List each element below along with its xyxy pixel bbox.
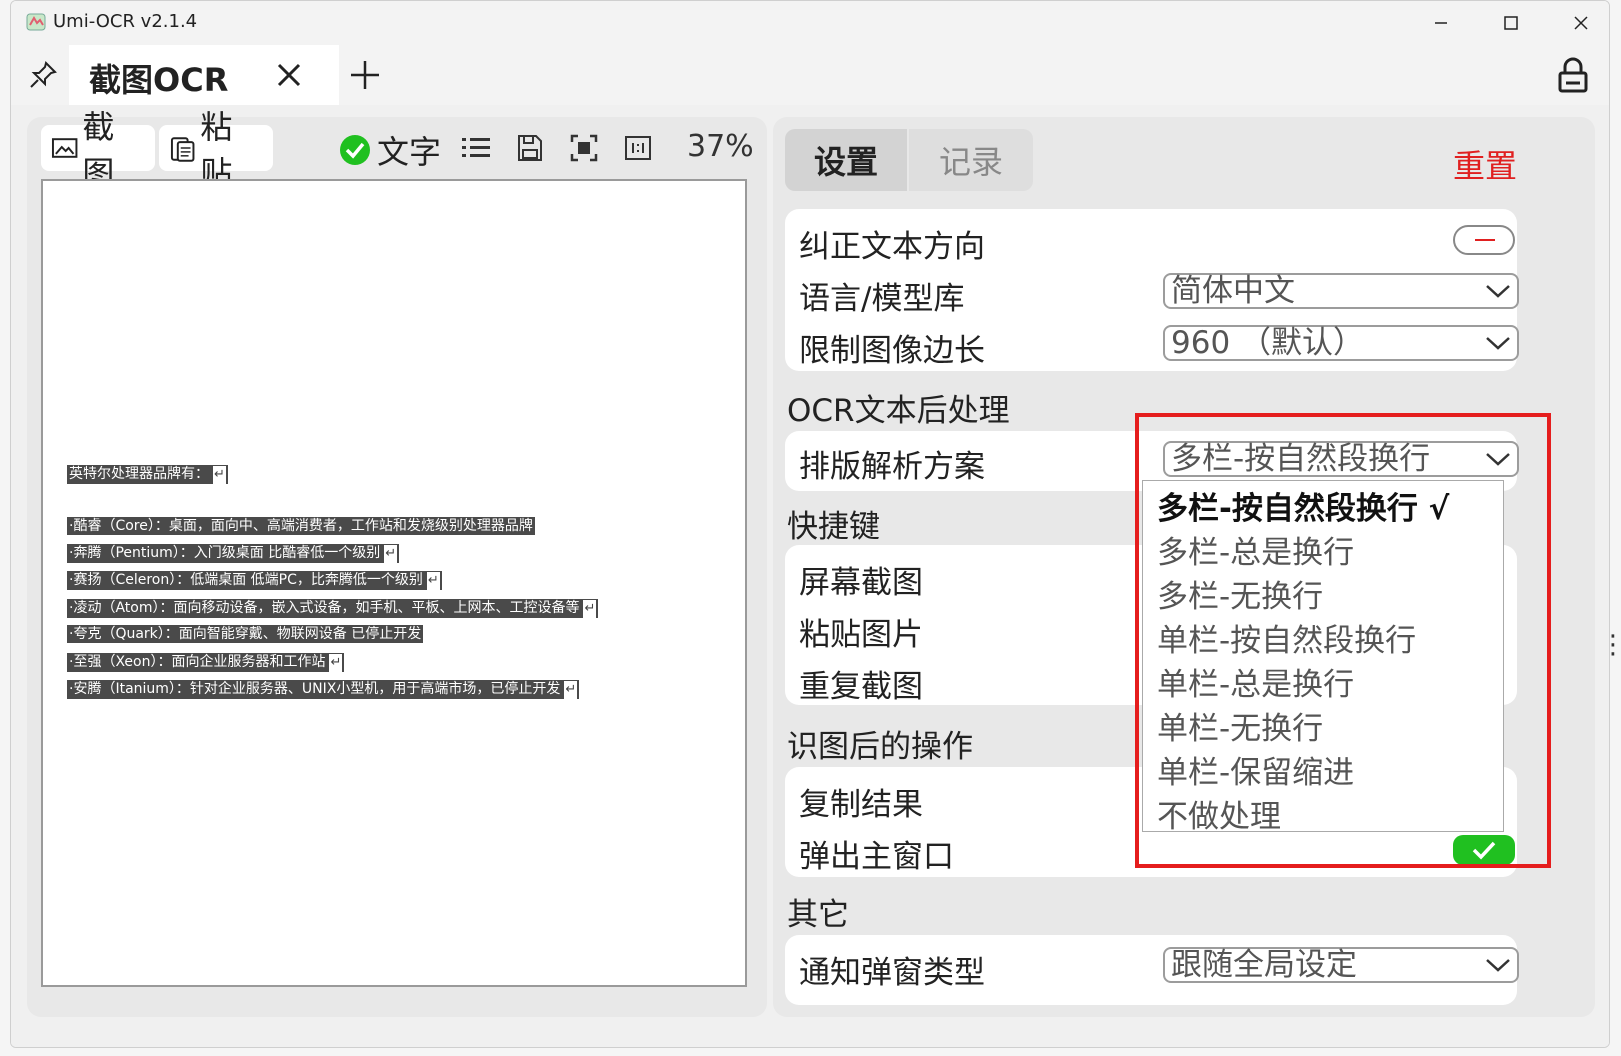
ocr-settings-card: 纠正文本方向 语言/模型库 简体中文 限制图像边长 960 （默认） xyxy=(785,209,1519,371)
tab-label: 截图OCR xyxy=(89,61,229,99)
repeat-capture-label: 重复截图 xyxy=(799,669,923,705)
ocr-text-line[interactable]: ·酷睿（Core）：桌面，面向中、高端消费者，工作站和发烧级别处理器品牌 xyxy=(67,517,535,535)
lock-button[interactable] xyxy=(1551,53,1595,97)
notify-card: 通知弹窗类型 跟随全局设定 xyxy=(785,935,1519,1005)
post-process-title: OCR文本后处理 xyxy=(787,393,1010,429)
notify-type-label: 通知弹窗类型 xyxy=(799,955,985,991)
tab-settings[interactable]: 设置 xyxy=(785,129,907,191)
save-image-button[interactable] xyxy=(513,131,547,165)
original-size-button[interactable] xyxy=(621,131,655,165)
ocr-text-line[interactable]: ·至强（Xeon）：面向企业服务器和工作站 ↵ xyxy=(67,653,345,672)
maximize-icon xyxy=(1504,16,1518,30)
image-preview[interactable]: 英特尔处理器品牌有： ↵ ·酷睿（Core）：桌面，面向中、高端消费者，工作站和发… xyxy=(41,179,747,987)
ocr-text-line[interactable]: ·凌动（Atom）：面向移动设备，嵌入式设备，如手机、平板、上网本、工控设备等 ↵ xyxy=(67,599,599,618)
ocr-text-line[interactable]: ·安腾（Itanium）：针对企业服务器、UNIX小型机，用于高端市场，已停止开… xyxy=(67,680,580,699)
paste-button[interactable]: 粘贴 xyxy=(159,108,273,192)
notify-type-value: 跟随全局设定 xyxy=(1171,947,1357,983)
limit-size-value: 960 （默认） xyxy=(1171,325,1365,361)
after-ocr-title: 识图后的操作 xyxy=(787,729,973,765)
popup-main-window-label: 弹出主窗口 xyxy=(799,839,954,875)
tab-close-button[interactable] xyxy=(269,55,309,95)
other-title: 其它 xyxy=(787,897,849,933)
tab-screenshot-ocr[interactable]: 截图OCR xyxy=(69,45,339,105)
title-bar: Umi-OCR v2.1.4 xyxy=(11,1,1609,45)
add-tab-button[interactable] xyxy=(343,53,387,97)
chevron-down-icon xyxy=(1486,285,1510,298)
close-icon xyxy=(277,63,301,87)
ocr-text-line[interactable]: ·夸克（Quark）：面向智能穿戴、物联网设备 已停止开发 xyxy=(67,625,424,643)
language-label: 语言/模型库 xyxy=(799,281,965,317)
chevron-down-icon xyxy=(1486,959,1510,972)
notify-type-select[interactable]: 跟随全局设定 xyxy=(1163,947,1519,983)
tab-bar: 截图OCR xyxy=(11,45,1609,105)
minimize-icon xyxy=(1435,22,1447,24)
show-text-toggle[interactable]: 文字 xyxy=(339,127,441,173)
correct-direction-label: 纠正文本方向 xyxy=(799,229,985,265)
tab-records[interactable]: 记录 xyxy=(909,129,1033,191)
save-icon xyxy=(518,135,542,161)
image-icon xyxy=(51,138,78,158)
app-icon xyxy=(26,13,46,31)
clipboard-icon xyxy=(170,137,195,162)
text-label: 文字 xyxy=(377,133,442,171)
text-list-button[interactable] xyxy=(459,131,493,165)
pin-icon xyxy=(30,61,57,88)
lock-icon xyxy=(1558,57,1588,93)
plus-icon xyxy=(351,61,379,89)
image-panel: 截图 粘贴 文字 37% 英特尔处理器品牌有： ↵ ·酷睿（Core）：桌面，面… xyxy=(27,108,767,1017)
check-icon xyxy=(340,135,370,165)
fit-screen-icon xyxy=(570,134,598,162)
minimize-button[interactable] xyxy=(1406,1,1476,45)
screen-capture-label: 屏幕截图 xyxy=(799,565,923,601)
ocr-text-line[interactable]: ·奔腾（Pentium）：入门级桌面 比酷睿低一个级别 ↵ xyxy=(67,544,400,563)
close-window-button[interactable] xyxy=(1546,1,1609,45)
paste-image-label: 粘贴图片 xyxy=(799,617,923,653)
window-title: Umi-OCR v2.1.4 xyxy=(53,11,198,32)
copy-result-label: 复制结果 xyxy=(799,787,923,823)
ocr-text-line[interactable]: 英特尔处理器品牌有： ↵ xyxy=(67,465,228,484)
layout-label: 排版解析方案 xyxy=(799,449,985,485)
correct-direction-toggle[interactable] xyxy=(1453,225,1515,255)
zoom-level: 37% xyxy=(687,129,754,164)
pin-button[interactable] xyxy=(23,55,63,95)
maximize-button[interactable] xyxy=(1476,1,1546,45)
list-icon xyxy=(462,138,490,157)
reset-button[interactable]: 重置 xyxy=(1453,141,1517,187)
screenshot-button[interactable]: 截图 xyxy=(41,108,155,192)
language-select[interactable]: 简体中文 xyxy=(1163,273,1519,309)
original-size-icon xyxy=(625,136,651,160)
chevron-down-icon xyxy=(1486,337,1510,350)
limit-size-select[interactable]: 960 （默认） xyxy=(1163,325,1519,361)
close-icon xyxy=(1574,16,1588,30)
shortcut-title: 快捷键 xyxy=(787,509,880,545)
language-value: 简体中文 xyxy=(1171,273,1295,309)
fit-screen-button[interactable] xyxy=(567,131,601,165)
limit-size-label: 限制图像边长 xyxy=(799,333,985,369)
highlight-annotation xyxy=(1135,413,1551,868)
ocr-text-line[interactable]: ·赛扬（Celeron）：低端桌面 低端PC，比奔腾低一个级别 ↵ xyxy=(67,571,442,590)
